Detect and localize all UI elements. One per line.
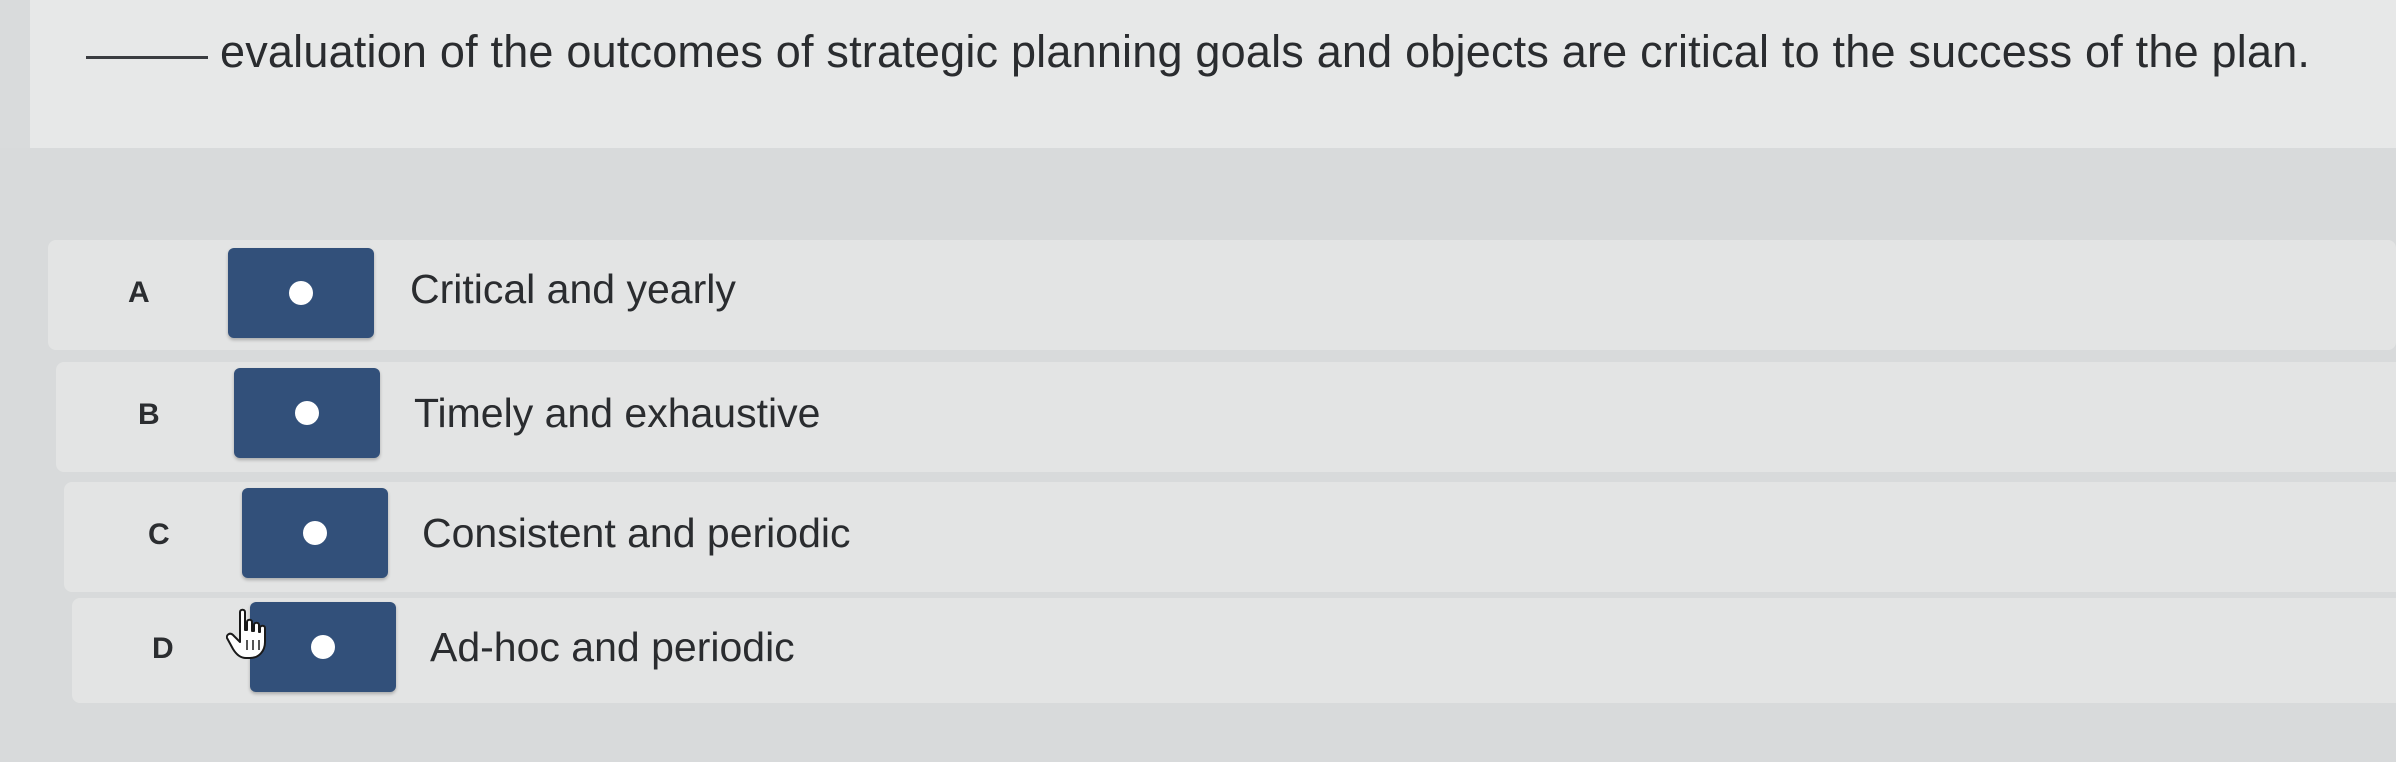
question-statement: evaluation of the outcomes of strategic … [220, 26, 2311, 77]
option-select-button[interactable] [250, 602, 396, 692]
radio-dot-icon [295, 401, 319, 425]
radio-dot-icon [289, 281, 313, 305]
radio-dot-icon [303, 521, 327, 545]
option-letter: B [138, 398, 160, 431]
hand-pointer-icon [226, 608, 266, 659]
question-card: evaluation of the outcomes of strategic … [30, 0, 2396, 148]
option-select-button[interactable] [234, 368, 380, 458]
option-label: Consistent and periodic [422, 510, 851, 556]
option-select-button[interactable] [242, 488, 388, 578]
option-label: Ad-hoc and periodic [430, 624, 795, 670]
option-letter: C [148, 518, 170, 551]
question-text: evaluation of the outcomes of strategic … [86, 26, 2310, 78]
option-label: Timely and exhaustive [414, 390, 821, 436]
option-row-c[interactable]: C Consistent and periodic [64, 482, 2396, 592]
option-row-b[interactable]: B Timely and exhaustive [56, 362, 2396, 472]
option-letter: A [128, 276, 150, 309]
option-select-button[interactable] [228, 248, 374, 338]
option-label: Critical and yearly [410, 266, 736, 312]
option-row-d[interactable]: D Ad-hoc and periodic [72, 598, 2396, 703]
option-row-a[interactable]: A Critical and yearly [48, 240, 2396, 350]
option-letter: D [152, 632, 174, 665]
radio-dot-icon [311, 635, 335, 659]
answer-blank [86, 56, 208, 59]
